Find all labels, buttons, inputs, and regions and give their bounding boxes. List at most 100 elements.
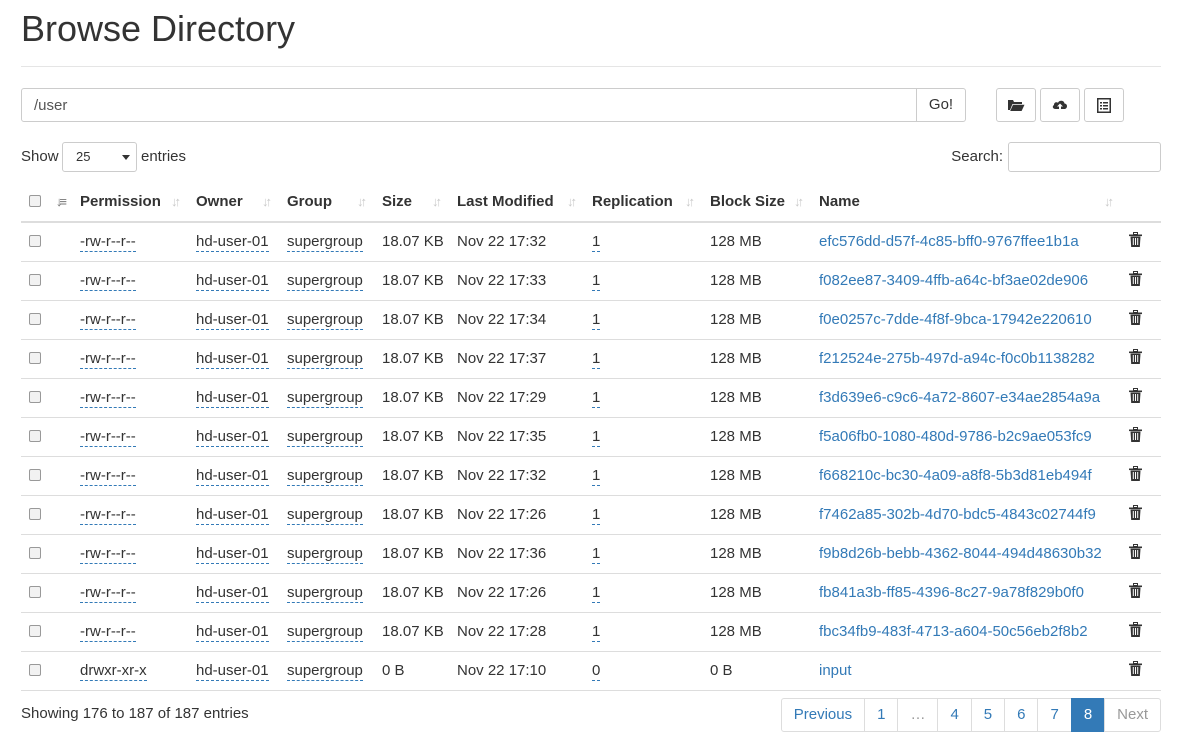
page-8-button[interactable]: 8 bbox=[1070, 698, 1106, 732]
replication-value[interactable]: 1 bbox=[592, 584, 601, 603]
permission-value[interactable]: -rw-r--r-- bbox=[80, 584, 136, 603]
replication-value[interactable]: 1 bbox=[592, 233, 601, 253]
file-name-link[interactable]: input bbox=[819, 662, 852, 679]
trash-icon[interactable] bbox=[1129, 622, 1142, 641]
owner-value[interactable]: hd-user-01 bbox=[196, 428, 269, 447]
permission-value[interactable]: -rw-r--r-- bbox=[80, 545, 136, 564]
owner-value[interactable]: hd-user-01 bbox=[196, 233, 269, 253]
file-name-link[interactable]: f082ee87-3409-4ffb-a64c-bf3ae02de906 bbox=[819, 272, 1088, 289]
search-input[interactable] bbox=[1008, 142, 1161, 172]
trash-icon[interactable] bbox=[1129, 232, 1142, 251]
replication-value[interactable]: 1 bbox=[592, 389, 601, 408]
owner-value[interactable]: hd-user-01 bbox=[196, 467, 269, 486]
owner-value[interactable]: hd-user-01 bbox=[196, 506, 269, 525]
owner-value[interactable]: hd-user-01 bbox=[196, 623, 269, 642]
file-name-link[interactable]: f5a06fb0-1080-480d-9786-b2c9ae053fc9 bbox=[819, 428, 1092, 445]
group-value[interactable]: supergroup bbox=[287, 506, 363, 525]
select-all-checkbox[interactable] bbox=[29, 195, 41, 208]
file-name-link[interactable]: f9b8d26b-bebb-4362-8044-494d48630b32 bbox=[819, 545, 1102, 562]
row-checkbox[interactable] bbox=[29, 469, 41, 482]
page-4-button[interactable]: 4 bbox=[937, 698, 972, 732]
trash-icon[interactable] bbox=[1129, 349, 1142, 368]
next-page-button[interactable]: Next bbox=[1104, 698, 1161, 732]
header-owner[interactable]: Owner ↓↑ bbox=[188, 182, 279, 223]
upload-button[interactable] bbox=[1040, 88, 1080, 122]
header-name[interactable]: Name ↓↑ bbox=[811, 182, 1121, 223]
trash-icon[interactable] bbox=[1129, 583, 1142, 602]
sort-icon[interactable]: ↓≡ bbox=[56, 194, 67, 209]
trash-icon[interactable] bbox=[1129, 661, 1142, 680]
group-value[interactable]: supergroup bbox=[287, 311, 363, 330]
cut-paste-button[interactable] bbox=[1084, 88, 1124, 122]
group-value[interactable]: supergroup bbox=[287, 389, 363, 408]
replication-value[interactable]: 1 bbox=[592, 467, 601, 486]
row-checkbox[interactable] bbox=[29, 508, 41, 521]
replication-value[interactable]: 1 bbox=[592, 545, 601, 564]
file-name-link[interactable]: f7462a85-302b-4d70-bdc5-4843c02744f9 bbox=[819, 506, 1096, 523]
file-name-link[interactable]: f3d639e6-c9c6-4a72-8607-e34ae2854a9a bbox=[819, 389, 1100, 406]
owner-value[interactable]: hd-user-01 bbox=[196, 545, 269, 564]
replication-value[interactable]: 1 bbox=[592, 311, 601, 330]
permission-value[interactable]: -rw-r--r-- bbox=[80, 233, 136, 253]
trash-icon[interactable] bbox=[1129, 310, 1142, 329]
page-7-button[interactable]: 7 bbox=[1037, 698, 1072, 732]
row-checkbox[interactable] bbox=[29, 625, 41, 638]
group-value[interactable]: supergroup bbox=[287, 467, 363, 486]
owner-value[interactable]: hd-user-01 bbox=[196, 272, 269, 291]
file-name-link[interactable]: f0e0257c-7dde-4f8f-9bca-17942e220610 bbox=[819, 311, 1092, 328]
select-all-header[interactable]: ↓≡ bbox=[21, 182, 72, 223]
owner-value[interactable]: hd-user-01 bbox=[196, 662, 269, 681]
replication-value[interactable]: 1 bbox=[592, 506, 601, 525]
permission-value[interactable]: -rw-r--r-- bbox=[80, 428, 136, 447]
header-last-modified[interactable]: Last Modified ↓↑ bbox=[449, 182, 584, 223]
permission-value[interactable]: -rw-r--r-- bbox=[80, 311, 136, 330]
trash-icon[interactable] bbox=[1129, 466, 1142, 485]
create-directory-button[interactable] bbox=[996, 88, 1036, 122]
row-checkbox[interactable] bbox=[29, 430, 41, 443]
file-name-link[interactable]: f668210c-bc30-4a09-a8f8-5b3d81eb494f bbox=[819, 467, 1092, 484]
page-5-button[interactable]: 5 bbox=[970, 698, 1006, 732]
replication-value[interactable]: 1 bbox=[592, 272, 601, 291]
permission-value[interactable]: -rw-r--r-- bbox=[80, 506, 136, 525]
owner-value[interactable]: hd-user-01 bbox=[196, 311, 269, 330]
header-size[interactable]: Size ↓↑ bbox=[374, 182, 449, 223]
group-value[interactable]: supergroup bbox=[287, 272, 363, 291]
file-name-link[interactable]: fbc34fb9-483f-4713-a604-50c56eb2f8b2 bbox=[819, 623, 1088, 640]
page-1-button[interactable]: 1 bbox=[864, 698, 899, 732]
row-checkbox[interactable] bbox=[29, 391, 41, 404]
file-name-link[interactable]: f212524e-275b-497d-a94c-f0c0b1138282 bbox=[819, 350, 1095, 367]
permission-value[interactable]: -rw-r--r-- bbox=[80, 467, 136, 486]
permission-value[interactable]: -rw-r--r-- bbox=[80, 623, 136, 642]
row-checkbox[interactable] bbox=[29, 313, 41, 326]
group-value[interactable]: supergroup bbox=[287, 428, 363, 447]
row-checkbox[interactable] bbox=[29, 586, 41, 599]
permission-value[interactable]: -rw-r--r-- bbox=[80, 389, 136, 408]
header-group[interactable]: Group ↓↑ bbox=[279, 182, 374, 223]
header-replication[interactable]: Replication ↓↑ bbox=[584, 182, 702, 223]
permission-value[interactable]: -rw-r--r-- bbox=[80, 350, 136, 369]
row-checkbox[interactable] bbox=[29, 352, 41, 365]
replication-value[interactable]: 0 bbox=[592, 662, 601, 681]
permission-value[interactable]: -rw-r--r-- bbox=[80, 272, 136, 291]
group-value[interactable]: supergroup bbox=[287, 662, 363, 681]
page-6-button[interactable]: 6 bbox=[1004, 698, 1039, 732]
trash-icon[interactable] bbox=[1129, 427, 1142, 446]
group-value[interactable]: supergroup bbox=[287, 584, 363, 603]
header-permission[interactable]: Permission ↓↑ bbox=[72, 182, 188, 223]
permission-value[interactable]: drwxr-xr-x bbox=[80, 662, 147, 681]
replication-value[interactable]: 1 bbox=[592, 428, 601, 447]
group-value[interactable]: supergroup bbox=[287, 623, 363, 642]
group-value[interactable]: supergroup bbox=[287, 350, 363, 369]
replication-value[interactable]: 1 bbox=[592, 623, 601, 642]
trash-icon[interactable] bbox=[1129, 388, 1142, 407]
header-block-size[interactable]: Block Size ↓↑ bbox=[702, 182, 811, 223]
group-value[interactable]: supergroup bbox=[287, 545, 363, 564]
row-checkbox[interactable] bbox=[29, 547, 41, 560]
trash-icon[interactable] bbox=[1129, 505, 1142, 524]
previous-page-button[interactable]: Previous bbox=[780, 698, 866, 732]
trash-icon[interactable] bbox=[1129, 544, 1142, 563]
replication-value[interactable]: 1 bbox=[592, 350, 601, 369]
path-input[interactable] bbox=[21, 88, 917, 122]
go-button[interactable]: Go! bbox=[916, 88, 966, 122]
file-name-link[interactable]: fb841a3b-ff85-4396-8c27-9a78f829b0f0 bbox=[819, 584, 1084, 601]
